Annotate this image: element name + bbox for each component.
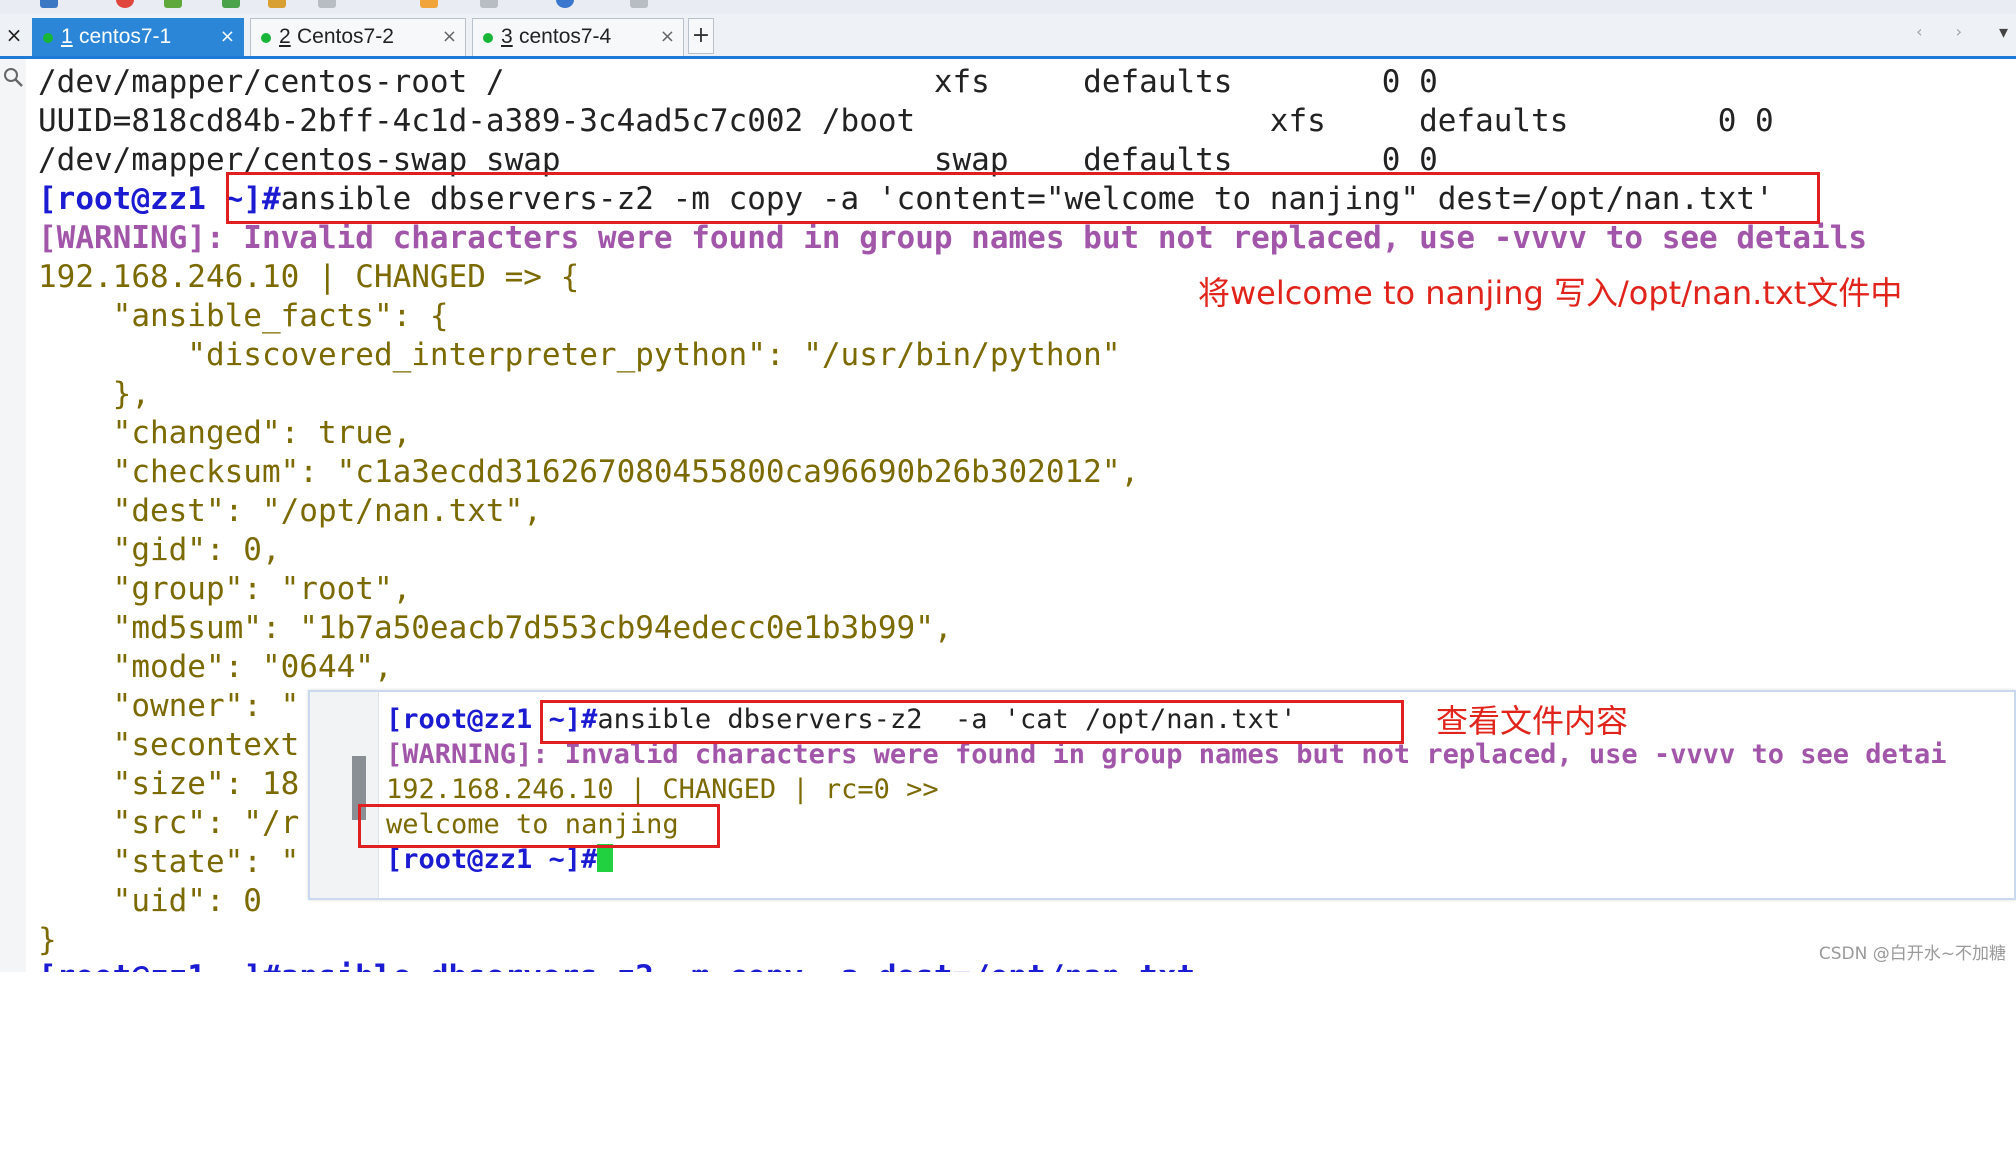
tab-number: 2 [279,25,291,48]
tab-centos7-2[interactable]: 2 Centos7-2 × [250,18,466,56]
overlay-gutter [310,692,379,898]
cat-command-highlight-box [540,700,1404,744]
toolbar-icon[interactable] [268,0,286,8]
toolbar-icon[interactable] [318,0,336,8]
toolbar [0,0,2016,14]
json-line: "dest": "/opt/nan.txt", [38,493,542,529]
json-line: "src": "/r [38,805,300,841]
json-line: "mode": "0644", [38,649,393,685]
shell-prompt: [root@zz1 [386,704,533,735]
json-line: "size": 18 [38,766,300,802]
json-line: } [38,922,57,958]
file-content-highlight-box [358,804,720,848]
cat-annotation: 查看文件内容 [1436,702,1629,740]
tab-number: 1 [61,25,73,48]
search-icon[interactable] [2,66,24,88]
add-tab-button[interactable]: + [688,18,714,54]
json-line: "discovered_interpreter_python": "/usr/b… [38,337,1121,373]
tab-close-icon[interactable]: × [220,19,235,55]
toolbar-icon[interactable] [222,0,240,8]
terminal-gutter [0,59,26,972]
json-line: "md5sum": "1b7a50eacb7d553cb94edecc0e1b3… [38,610,953,646]
terminal-line: UUID=818cd84b-2bff-4c1d-a389-3c4ad5c7c00… [38,103,1774,139]
toolbar-icon[interactable] [40,0,58,8]
shell-prompt: [root@zz1 [38,181,206,217]
toolbar-icon[interactable] [164,0,182,8]
connected-status-icon [43,33,53,43]
command-highlight-box [226,172,1820,224]
json-line: "owner": " [38,688,300,724]
terminal-line: /dev/mapper/centos-root / xfs defaults 0… [38,64,1438,100]
tab-centos7-1[interactable]: 1 centos7-1 × [32,18,244,56]
tab-centos7-4[interactable]: 3 centos7-4 × [472,18,684,56]
copy-annotation: 将welcome to nanjing 写入/opt/nan.txt文件中 [1198,274,1903,312]
close-panel-icon[interactable]: × [0,14,28,56]
toolbar-icon[interactable] [116,0,134,8]
warning-line: [WARNING]: Invalid characters were found… [38,220,1868,256]
tab-label: centos7-4 [519,25,612,48]
terminal-cursor [597,844,614,872]
tab-label: Centos7-2 [297,25,394,48]
tab-close-icon[interactable]: × [660,19,675,55]
tab-close-icon[interactable]: × [442,19,457,55]
json-line: "group": "root", [38,571,412,607]
json-line: "secontext [38,727,300,763]
json-line: "changed": true, [38,415,412,451]
overlay-result-line: 192.168.246.10 | CHANGED | rc=0 >> [386,774,939,805]
partial-line: [root@zz1 ~]#ansible dbservers-z2 -m cop… [38,958,1195,972]
json-line: "state": " [38,844,300,880]
json-line: "gid": 0, [38,532,281,568]
tab-scroll-arrows[interactable]: ‹ › [1916,22,1976,41]
tab-label: centos7-1 [79,25,172,48]
json-line: "ansible_facts": { [38,298,449,334]
connected-status-icon [261,33,271,43]
toolbar-icon[interactable] [420,0,438,8]
toolbar-icon[interactable] [630,0,648,8]
tab-menu-icon[interactable]: ▾ [1999,22,2008,43]
result-header: 192.168.246.10 | CHANGED => { [38,259,580,295]
toolbar-icon[interactable] [480,0,498,8]
toolbar-icon[interactable] [556,0,574,8]
tab-number: 3 [501,25,513,48]
session-tab-bar: × 1 centos7-1 × 2 Centos7-2 × 3 centos7-… [0,14,2016,59]
watermark: CSDN @白开水~不加糖 [1818,944,2006,964]
json-line: "checksum": "c1a3ecdd316267080455800ca96… [38,454,1140,490]
connected-status-icon [483,33,493,43]
json-line: "uid": 0 [38,883,262,919]
overlay-terminal-output: [root@zz1 ~]#ansible dbservers-z2 -a 'ca… [386,702,1947,898]
json-line: }, [38,376,150,412]
shell-prompt: [root@zz1 ~]# [386,844,598,875]
